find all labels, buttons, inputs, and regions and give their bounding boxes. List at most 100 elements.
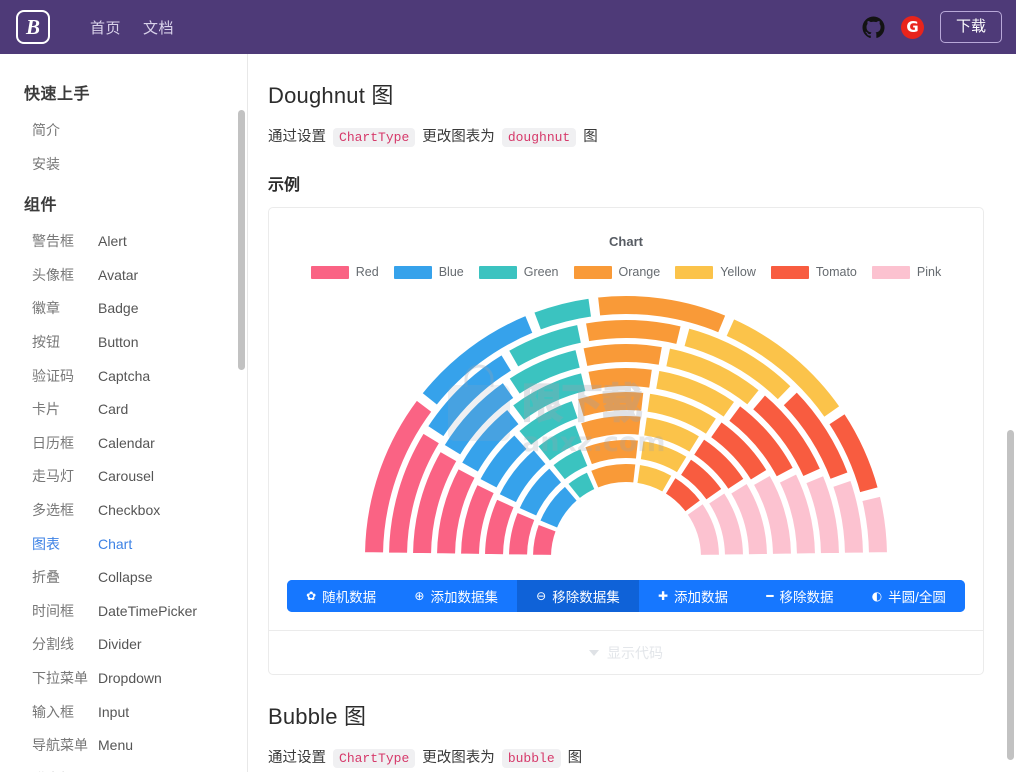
sidebar-item-label-en: Button [98,333,139,350]
sidebar-item-label-cn: 安装 [32,155,60,172]
toolbar-button-label: 半圆/全圆 [888,590,946,606]
sidebar-item-checkbox[interactable]: 多选框 Checkbox [0,494,247,528]
toolbar-button-plus[interactable]: ✚ 添加数据 [638,580,748,613]
toolbar-button-plus-circle[interactable]: ⊕ 添加数据集 [395,580,518,613]
legend-swatch [675,265,714,279]
sidebar-item-captcha[interactable]: 验证码 Captcha [0,360,247,394]
legend-label: Pink [916,265,942,280]
doughnut-segment[interactable] [586,366,655,392]
legend-item-blue[interactable]: Blue [393,265,464,280]
legend-swatch [871,265,910,279]
doughnut-segment[interactable] [530,522,559,558]
legend-swatch [310,265,349,279]
legend-label: Yellow [720,265,756,280]
doughnut-segment[interactable] [581,342,665,369]
nav-links: 首页 文档 [90,17,174,38]
github-icon[interactable] [862,15,885,39]
doughnut-segment[interactable] [582,438,641,467]
sidebar-item-label-en: Badge [98,300,139,317]
sidebar-item-badge[interactable]: 徽章 Badge [0,292,247,326]
sidebar-item-collapse[interactable]: 折叠 Collapse [0,561,247,595]
main-content: Doughnut 图 通过设置 ChartType 更改图表为 doughnut… [248,54,1016,772]
top-navigation-bar: B 首页 文档 G 下载 [0,0,1016,54]
brand-logo-letter: B [25,14,40,39]
legend-item-pink[interactable]: Pink [871,265,942,280]
sidebar-item-g0-1[interactable]: 安装 [0,148,247,182]
sidebar-scrollbar[interactable] [238,110,245,370]
sidebar-item-label-cn: 徽章 [32,300,60,317]
bubble-code-charttype: ChartType [333,749,416,769]
toolbar-button-minus[interactable]: ━ 移除数据 [747,580,853,613]
legend-label: Orange [618,265,661,280]
toolbar-button-minus-circle[interactable]: ⊖ 移除数据集 [517,580,639,613]
nav-link-home[interactable]: 首页 [90,17,121,38]
sidebar-item-label-cn: 多选框 [32,501,74,518]
show-code-label: 显示代码 [607,644,663,661]
legend-item-orange[interactable]: Orange [573,265,661,280]
toolbar-button-randomize[interactable]: ✿ 随机数据 [287,580,396,613]
doughnut-segment[interactable] [578,414,643,444]
plus-circle-icon: ⊕ [414,589,425,604]
sidebar-item-label-en: Avatar [98,266,139,283]
sidebar-item-label-en: Calendar [98,434,155,451]
legend-item-yellow[interactable]: Yellow [675,265,756,279]
sidebar-item-label-en: Card [98,401,129,418]
sidebar-item-label-cn: 日历框 [32,434,74,451]
demo-card: Chart Red Blue Green Orange Yellow Tomato Pink… [268,207,984,676]
toolbar-button-half-circle[interactable]: ◐ 半圆/全圆 [852,580,965,613]
show-code-toggle[interactable]: 显示代码 [269,630,983,674]
doughnut-segment[interactable] [583,318,683,347]
doughnut-segment[interactable] [588,462,638,491]
sidebar-item-menu[interactable]: 导航菜单 Menu [0,729,247,763]
sidebar-item-label-cn: 分割线 [32,636,74,653]
legend-item-tomato[interactable]: Tomato [770,265,857,280]
bubble-section-title: Bubble 图 [268,704,367,730]
sidebar-item-avatar[interactable]: 头像框 Avatar [0,259,247,293]
sidebar-item-calendar[interactable]: 日历框 Calendar [0,427,247,461]
sidebar-item-button[interactable]: 按钮 Button [0,326,247,360]
gitee-icon[interactable]: G [900,15,924,39]
toolbar-button-label: 添加数据 [674,590,729,606]
chart-toolbar: ✿ 随机数据 ⊕ 添加数据集 ⊖ 移除数据集 ✚ 添加数据 ━ 移除数据 ◐ 半圆/全圆 [287,580,965,613]
sidebar-item-label-en: Alert [98,233,127,250]
legend-label: Blue [438,265,464,280]
sidebar-item-chart[interactable]: 图表 Chart [0,528,247,562]
doughnut-segment[interactable] [575,390,646,419]
sidebar-item-label-cn: 卡片 [32,401,60,418]
legend-item-green[interactable]: Green [478,265,559,279]
sidebar-item-modal[interactable]: 模态框Modal [0,763,247,772]
sidebar-item-datetimepicker[interactable]: 时间框 DateTimePicker [0,595,247,629]
caret-down-icon [589,649,599,656]
demo-body: Chart Red Blue Green Orange Yellow Tomato Pink… [269,208,983,630]
download-button[interactable]: 下载 [939,10,1002,44]
doughnut-chart-canvas[interactable]: 限下载 anxz.com [287,285,965,575]
desc-suffix: 图 [583,129,598,145]
legend-label: Red [355,265,379,280]
doughnut-segment[interactable] [531,296,594,333]
sidebar-item-label-cn: 图表 [32,535,60,552]
sidebar-item-carousel[interactable]: 走马灯 Carousel [0,460,247,494]
sidebar-item-input[interactable]: 输入框 Input [0,696,247,730]
sidebar-item-label-en: DateTimePicker [98,602,198,619]
brand-logo[interactable]: B [16,10,50,44]
gitee-icon-letter: G [906,17,919,36]
sidebar-item-g0-0[interactable]: 简介 [0,114,247,148]
doughnut-description: 通过设置 ChartType 更改图表为 doughnut 图 [268,126,984,149]
sidebar-item-label-en: Divider [98,636,142,653]
legend-label: Tomato [815,265,857,280]
doughnut-chart-svg [363,294,889,558]
page-scrollbar[interactable] [1007,430,1014,760]
nav-link-docs[interactable]: 文档 [143,17,174,38]
sidebar-item-dropdown[interactable]: 下拉菜单 Dropdown [0,662,247,696]
legend-item-red[interactable]: Red [310,265,379,280]
sidebar-item-divider[interactable]: 分割线 Divider [0,628,247,662]
sidebar-item-label-cn: 下拉菜单 [32,669,88,686]
legend-swatch [478,265,517,279]
chart-title: Chart [609,234,643,250]
sidebar-item-alert[interactable]: 警告框 Alert [0,225,247,259]
toolbar-button-label: 添加数据集 [430,590,498,606]
sidebar-item-card[interactable]: 卡片 Card [0,393,247,427]
plus-icon: ✚ [657,589,669,604]
sidebar-group-title: 快速上手 [24,86,91,103]
doughnut-segment[interactable] [860,494,889,555]
